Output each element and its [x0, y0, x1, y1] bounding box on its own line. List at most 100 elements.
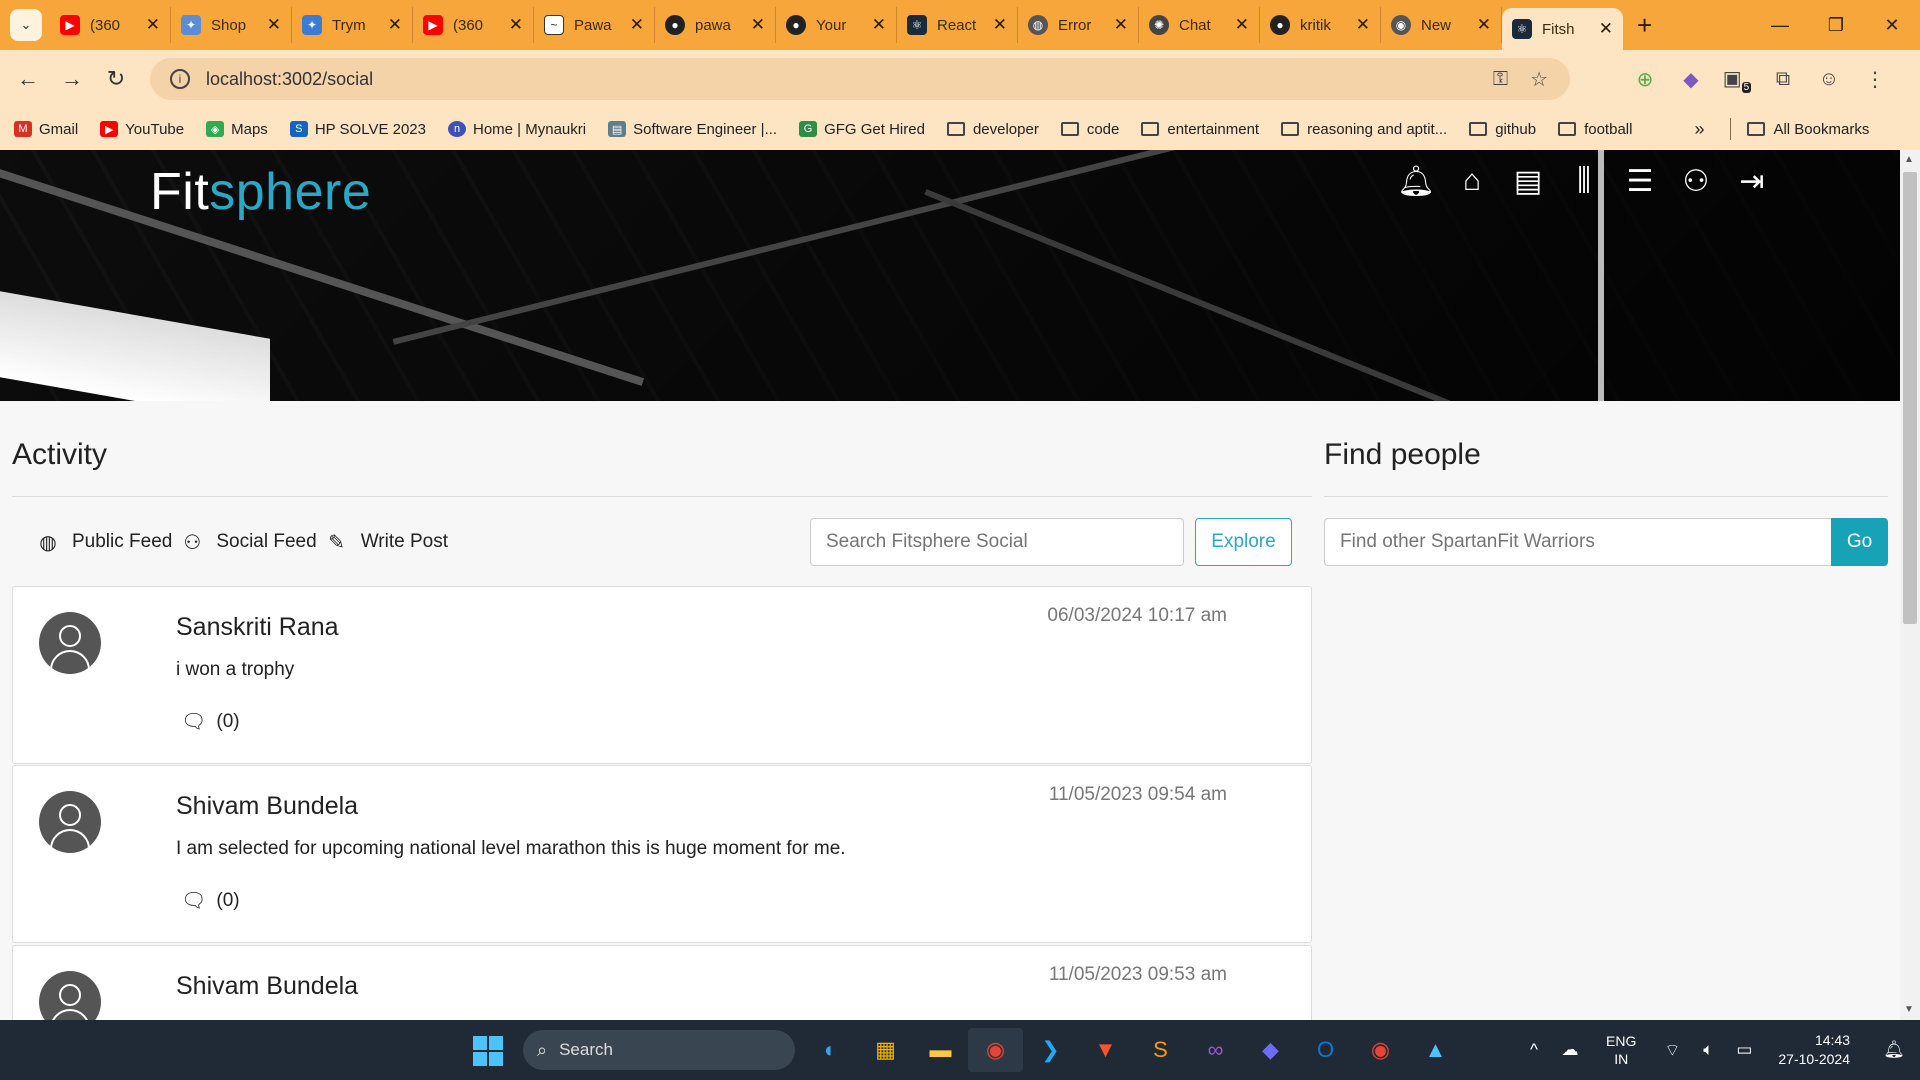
bookmark-folder[interactable]: code	[1060, 121, 1119, 138]
burger-icon[interactable]: ☰	[1612, 164, 1668, 199]
url-text[interactable]: localhost:3002/social	[206, 69, 1493, 90]
outlook-icon[interactable]: O	[1298, 1028, 1353, 1072]
avatar[interactable]	[39, 612, 101, 674]
browser-tab[interactable]: ● Your ✕	[776, 7, 897, 43]
users-icon[interactable]: ⚇	[1668, 164, 1724, 199]
scroll-up-icon[interactable]: ▲	[1904, 154, 1914, 165]
browser-tab[interactable]: ● pawa ✕	[655, 7, 776, 43]
bookmark-star-icon[interactable]: ☆	[1530, 67, 1548, 92]
volume-icon[interactable]: 🔈︎	[1690, 1040, 1726, 1060]
extension-drop-icon[interactable]: ◆	[1668, 67, 1714, 92]
browser-tab[interactable]: ✺ Chat ✕	[1139, 7, 1260, 43]
bookmark-item[interactable]: S HP SOLVE 2023	[289, 121, 426, 138]
tab-search-button[interactable]: ⌄	[10, 9, 42, 41]
explore-button[interactable]: Explore	[1195, 518, 1292, 566]
windows-start-icon[interactable]	[473, 1036, 503, 1066]
scrollbar-thumb[interactable]	[1903, 172, 1917, 624]
new-tab-button[interactable]: +	[1637, 10, 1652, 41]
extension-plus-icon[interactable]: ⊕	[1622, 67, 1668, 92]
close-icon[interactable]: ✕	[751, 15, 765, 35]
id-card-icon[interactable]: ▤	[1500, 164, 1556, 199]
close-window-icon[interactable]: ✕	[1864, 15, 1920, 36]
browser-tab-active[interactable]: ⚛ Fitsh ✕	[1502, 8, 1623, 50]
close-icon[interactable]: ✕	[630, 15, 644, 35]
battery-icon[interactable]: ▭	[1726, 1040, 1762, 1060]
site-info-icon[interactable]: i	[170, 69, 190, 89]
wifi-icon[interactable]: ⌔	[1654, 1040, 1690, 1061]
bookmark-folder[interactable]: entertainment	[1141, 121, 1259, 138]
close-icon[interactable]: ✕	[1235, 15, 1249, 35]
restore-icon[interactable]: ❐	[1808, 15, 1864, 36]
tab-social-feed[interactable]: ⚇ Social Feed	[180, 530, 316, 555]
post-author[interactable]: Sanskriti Rana	[176, 613, 339, 642]
comments-button[interactable]: 🗨︎ (0)	[181, 709, 240, 734]
close-icon[interactable]: ✕	[1599, 19, 1613, 39]
brave-icon[interactable]: ▼	[1078, 1028, 1133, 1072]
edge-icon[interactable]: ◐	[803, 1028, 858, 1072]
chrome-icon[interactable]: ◉	[1353, 1028, 1408, 1072]
tab-public-feed[interactable]: ◍ Public Feed	[36, 530, 172, 555]
close-icon[interactable]: ✕	[267, 15, 281, 35]
extension-badge-icon[interactable]: ▣ 5	[1714, 66, 1760, 93]
bookmark-folder[interactable]: developer	[946, 121, 1039, 138]
chevron-up-icon[interactable]: ^	[1516, 1040, 1552, 1060]
scroll-down-icon[interactable]: ▼	[1904, 1004, 1914, 1015]
minimize-icon[interactable]: —	[1752, 15, 1808, 36]
post-author[interactable]: Shivam Bundela	[176, 792, 358, 821]
avatar[interactable]	[39, 791, 101, 853]
browser-tab[interactable]: ✦ Trym ✕	[292, 7, 413, 43]
address-bar[interactable]: i localhost:3002/social ⚿ ☆	[150, 58, 1570, 100]
home-icon[interactable]: ⌂	[1444, 164, 1500, 199]
bookmark-item[interactable]: G GFG Get Hired	[799, 121, 925, 138]
browser-tab[interactable]: ✦ Shop ✕	[171, 7, 292, 43]
browser-tab[interactable]: ⚛ React ✕	[897, 7, 1018, 43]
close-icon[interactable]: ✕	[509, 15, 523, 35]
close-icon[interactable]: ✕	[388, 15, 402, 35]
forward-icon[interactable]: →	[50, 66, 94, 92]
bookmark-folder[interactable]: reasoning and aptit...	[1281, 121, 1447, 138]
social-search-input[interactable]	[810, 518, 1184, 566]
bell-icon[interactable]: 🔔︎	[1388, 164, 1444, 199]
browser-tab[interactable]: ◍ Error ✕	[1018, 7, 1139, 43]
bookmark-folder[interactable]: football	[1558, 121, 1632, 138]
close-icon[interactable]: ✕	[993, 15, 1007, 35]
chrome-icon[interactable]: ◉	[968, 1028, 1023, 1072]
brand-logo[interactable]: Fitsphere	[150, 162, 371, 222]
bookmark-item[interactable]: ◈ Maps	[206, 121, 268, 138]
find-people-input[interactable]	[1324, 518, 1832, 566]
comments-button[interactable]: 🗨︎ (0)	[181, 888, 240, 913]
back-icon[interactable]: ←	[6, 66, 50, 92]
notification-bell-icon[interactable]: 🔔︎	[1876, 1040, 1912, 1060]
file-explorer-icon[interactable]: ▬	[913, 1028, 968, 1072]
post-author[interactable]: Shivam Bundela	[176, 972, 358, 1001]
browser-tab[interactable]: ● kritik ✕	[1260, 7, 1381, 43]
bookmark-item[interactable]: M Gmail	[14, 121, 78, 138]
app-icon[interactable]: ◆	[1243, 1028, 1298, 1072]
extensions-puzzle-icon[interactable]: ⧉	[1760, 68, 1806, 91]
close-icon[interactable]: ✕	[146, 15, 160, 35]
store-icon[interactable]: ▦	[858, 1028, 913, 1072]
bookmark-item[interactable]: ▤ Software Engineer |...	[608, 121, 777, 138]
vscode-icon[interactable]: ❯	[1023, 1028, 1078, 1072]
bookmark-item[interactable]: ▶ YouTube	[100, 121, 184, 138]
browser-tab[interactable]: ~ Pawa ✕	[534, 7, 655, 43]
dumbbell-icon[interactable]: ⫼	[1556, 164, 1612, 199]
password-key-icon[interactable]: ⚿	[1493, 68, 1508, 91]
bookmarks-overflow-icon[interactable]: »	[1694, 119, 1704, 140]
browser-tab[interactable]: ▶ (360 ✕	[50, 7, 171, 43]
browser-tab[interactable]: ▶ (360 ✕	[413, 7, 534, 43]
close-icon[interactable]: ✕	[1477, 15, 1491, 35]
taskbar-search[interactable]: ⌕ Search	[523, 1030, 795, 1070]
profile-avatar-icon[interactable]: ☺	[1806, 68, 1852, 91]
all-bookmarks-folder[interactable]: All Bookmarks	[1747, 121, 1869, 138]
weather-icon[interactable]: ☁	[1552, 1040, 1588, 1060]
tab-write-post[interactable]: ✎ Write Post	[325, 530, 448, 555]
close-icon[interactable]: ✕	[872, 15, 886, 35]
avatar[interactable]	[39, 971, 101, 1020]
sublime-icon[interactable]: S	[1133, 1028, 1188, 1072]
visual-studio-icon[interactable]: ∞	[1188, 1028, 1243, 1072]
more-menu-icon[interactable]: ⋮	[1852, 67, 1898, 92]
bookmark-folder[interactable]: github	[1469, 121, 1536, 138]
go-button[interactable]: Go	[1831, 518, 1888, 566]
reload-icon[interactable]: ↻	[94, 66, 138, 92]
